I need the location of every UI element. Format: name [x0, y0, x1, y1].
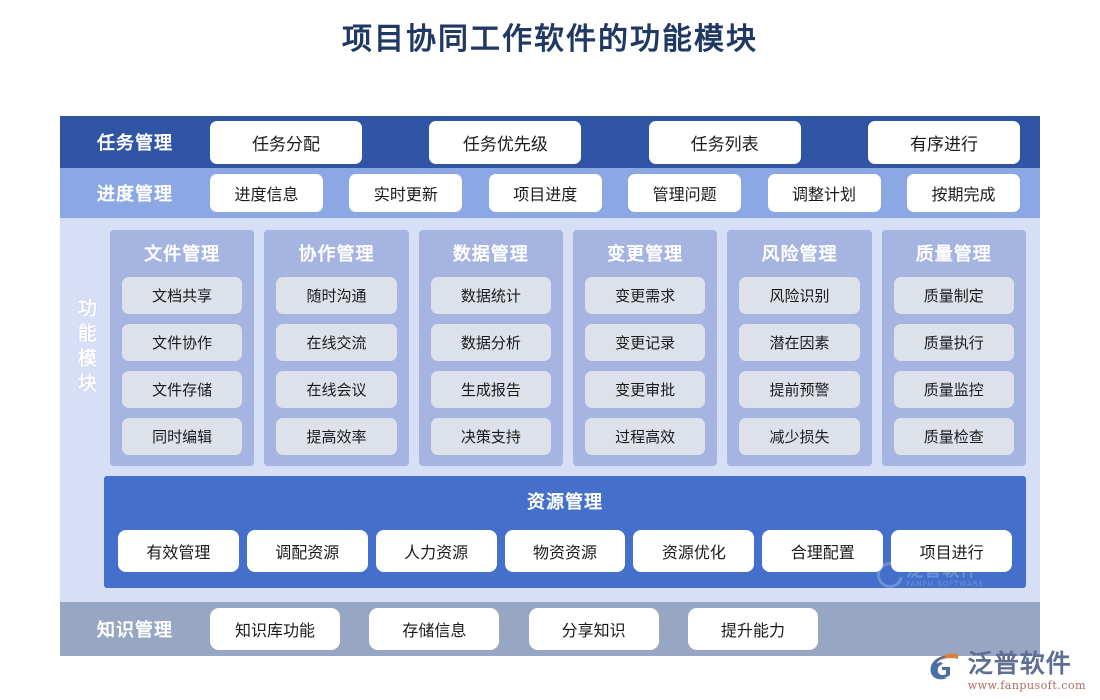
band-task-items: 任务分配 任务优先级 任务列表 有序进行 — [210, 120, 1028, 164]
knowledge-item[interactable]: 分享知识 — [528, 608, 659, 650]
module-items: 变更需求 变更记录 变更审批 过程高效 — [584, 277, 706, 455]
function-modules-side-label: 功能模块 — [60, 230, 110, 466]
brand-logo: 泛普软件 www.fanpusoft.com — [928, 651, 1086, 692]
band-knowledge-management: 知识管理 知识库功能 存储信息 分享知识 提升能力 — [60, 602, 1040, 656]
band-progress-label: 进度管理 — [97, 184, 173, 205]
resource-items: 有效管理 调配资源 人力资源 物资资源 资源优化 合理配置 项目进行 — [118, 530, 1013, 572]
module-items: 数据统计 数据分析 生成报告 决策支持 — [430, 277, 551, 455]
module-title: 风险管理 — [761, 244, 838, 265]
module-item[interactable]: 提前预警 — [739, 371, 860, 408]
resource-item[interactable]: 合理配置 — [762, 530, 884, 572]
diagram-panel: 任务管理 任务分配 任务优先级 任务列表 有序进行 进度管理 进度信息 实时更新… — [60, 116, 1040, 656]
task-item[interactable]: 任务列表 — [648, 120, 801, 164]
module-item[interactable]: 质量制定 — [893, 277, 1014, 314]
module-column-data-management: 数据管理 数据统计 数据分析 生成报告 决策支持 — [418, 230, 563, 466]
module-item[interactable]: 潜在因素 — [739, 324, 860, 361]
module-item[interactable]: 质量检查 — [893, 418, 1014, 455]
knowledge-item[interactable]: 存储信息 — [369, 608, 500, 650]
module-column-risk-management: 风险管理 风险识别 潜在因素 提前预警 减少损失 — [727, 230, 872, 466]
module-item[interactable]: 数据统计 — [430, 277, 551, 314]
module-item[interactable]: 决策支持 — [430, 418, 551, 455]
module-item[interactable]: 过程高效 — [584, 418, 706, 455]
function-modules-columns: 文件管理 文档共享 文件协作 文件存储 同时编辑 协作管理 随时沟通 在线交流 … — [110, 230, 1026, 466]
progress-item[interactable]: 管理问题 — [628, 174, 742, 212]
resource-item[interactable]: 人力资源 — [375, 530, 497, 572]
band-progress-management: 进度管理 进度信息 实时更新 项目进度 管理问题 调整计划 按期完成 — [60, 168, 1040, 218]
progress-item[interactable]: 按期完成 — [906, 174, 1020, 212]
band-task-management: 任务管理 任务分配 任务优先级 任务列表 有序进行 — [60, 116, 1040, 168]
resource-item[interactable]: 有效管理 — [118, 530, 239, 572]
module-item[interactable]: 同时编辑 — [122, 418, 243, 455]
module-item[interactable]: 数据分析 — [430, 324, 551, 361]
module-title: 变更管理 — [607, 244, 684, 265]
progress-item[interactable]: 调整计划 — [767, 174, 881, 212]
module-item[interactable]: 变更记录 — [584, 324, 706, 361]
band-progress-items: 进度信息 实时更新 项目进度 管理问题 调整计划 按期完成 — [210, 174, 1028, 212]
function-modules-side-label-text: 功能模块 — [74, 298, 97, 398]
brand-logo-text: 泛普软件 www.fanpusoft.com — [968, 651, 1086, 692]
module-item[interactable]: 变更需求 — [584, 277, 706, 314]
module-item[interactable]: 文件存储 — [122, 371, 243, 408]
task-item[interactable]: 任务优先级 — [429, 120, 582, 164]
resource-title: 资源管理 — [527, 492, 603, 513]
module-item[interactable]: 质量执行 — [893, 324, 1014, 361]
module-column-change-management: 变更管理 变更需求 变更记录 变更审批 过程高效 — [572, 230, 718, 466]
module-item[interactable]: 文档共享 — [122, 277, 243, 314]
knowledge-item[interactable]: 知识库功能 — [210, 608, 340, 650]
module-items: 风险识别 潜在因素 提前预警 减少损失 — [739, 277, 860, 455]
band-knowledge-items: 知识库功能 存储信息 分享知识 提升能力 — [210, 608, 1028, 650]
module-item[interactable]: 风险识别 — [739, 277, 860, 314]
resource-item[interactable]: 物资资源 — [504, 530, 626, 572]
module-column-collaboration-management: 协作管理 随时沟通 在线交流 在线会议 提高效率 — [264, 230, 409, 466]
module-item[interactable]: 提高效率 — [276, 418, 397, 455]
module-item[interactable]: 质量监控 — [893, 371, 1014, 408]
function-modules-section: 功能模块 文件管理 文档共享 文件协作 文件存储 同时编辑 协作管理 随时沟通 … — [60, 218, 1040, 476]
brand-url: www.fanpusoft.com — [967, 679, 1086, 692]
progress-item[interactable]: 实时更新 — [349, 174, 463, 212]
module-item[interactable]: 文件协作 — [122, 324, 243, 361]
module-items: 随时沟通 在线交流 在线会议 提高效率 — [276, 277, 397, 455]
module-item[interactable]: 生成报告 — [430, 371, 551, 408]
module-item[interactable]: 在线交流 — [276, 324, 397, 361]
task-item[interactable]: 有序进行 — [867, 120, 1020, 164]
resource-item[interactable]: 资源优化 — [633, 530, 755, 572]
resource-item[interactable]: 调配资源 — [246, 530, 368, 572]
progress-item[interactable]: 进度信息 — [210, 174, 323, 212]
module-title: 质量管理 — [915, 244, 992, 265]
module-item[interactable]: 变更审批 — [584, 371, 706, 408]
page-title: 项目协同工作软件的功能模块 — [342, 22, 758, 57]
module-item[interactable]: 随时沟通 — [276, 277, 397, 314]
module-title: 文件管理 — [144, 244, 221, 265]
band-knowledge-label: 知识管理 — [97, 620, 173, 641]
knowledge-item[interactable]: 提升能力 — [687, 608, 818, 650]
module-item[interactable]: 在线会议 — [276, 371, 397, 408]
module-items: 质量制定 质量执行 质量监控 质量检查 — [893, 277, 1014, 455]
watermark-subtext: FANPU SOFTWARE — [906, 579, 984, 588]
progress-item[interactable]: 项目进度 — [488, 174, 602, 212]
resource-management-panel: 资源管理 有效管理 调配资源 人力资源 物资资源 资源优化 合理配置 项目进行 … — [104, 476, 1026, 594]
band-task-label: 任务管理 — [97, 133, 173, 154]
resource-item[interactable]: 项目进行 — [891, 530, 1013, 572]
module-title: 协作管理 — [298, 244, 375, 265]
task-item[interactable]: 任务分配 — [210, 120, 362, 164]
resource-section-wrapper: 资源管理 有效管理 调配资源 人力资源 物资资源 资源优化 合理配置 项目进行 … — [60, 476, 1040, 594]
brand-logo-icon — [928, 651, 962, 681]
module-items: 文档共享 文件协作 文件存储 同时编辑 — [122, 277, 243, 455]
module-title: 数据管理 — [452, 244, 529, 265]
module-column-quality-management: 质量管理 质量制定 质量执行 质量监控 质量检查 — [881, 230, 1026, 466]
module-item[interactable]: 减少损失 — [739, 418, 860, 455]
module-column-file-management: 文件管理 文档共享 文件协作 文件存储 同时编辑 — [110, 230, 255, 466]
brand-name: 泛普软件 — [967, 649, 1072, 678]
